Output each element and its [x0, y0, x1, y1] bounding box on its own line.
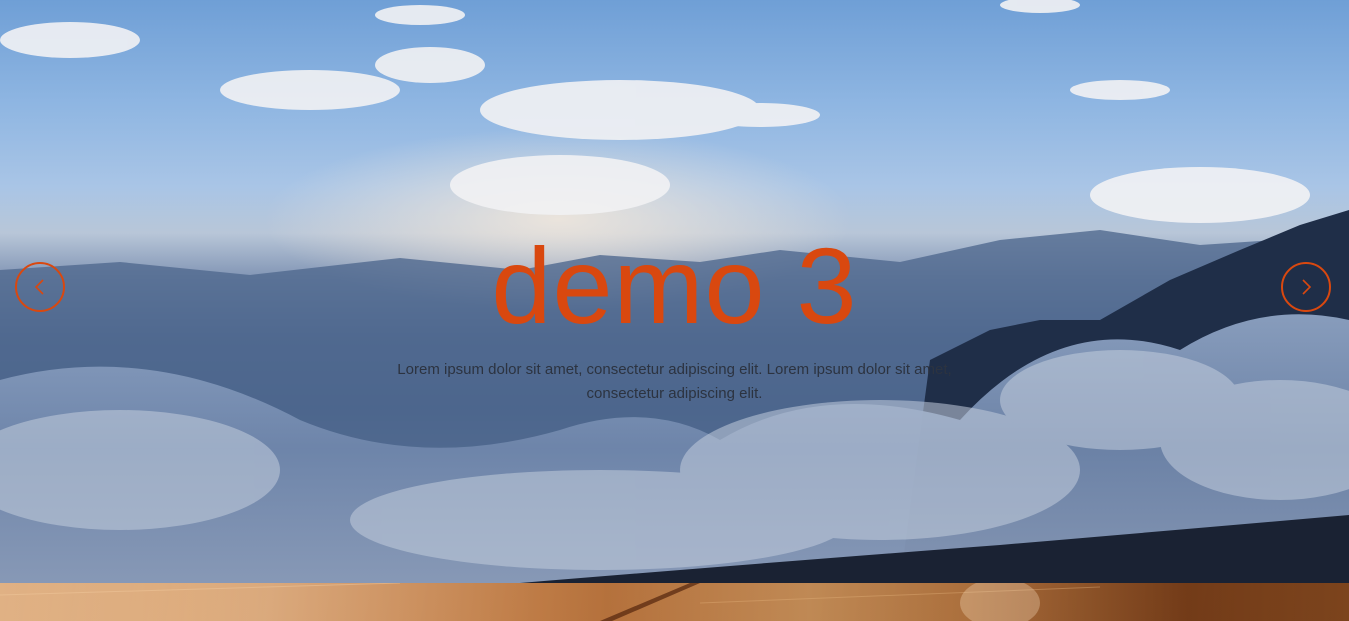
chevron-left-icon: [34, 279, 44, 295]
page: demo 3 Lorem ipsum dolor sit amet, conse…: [0, 0, 1349, 621]
wood-background-section: [0, 583, 1349, 621]
slide-title: demo 3: [491, 225, 858, 346]
previous-slide-button[interactable]: [15, 262, 65, 312]
slide-description: Lorem ipsum dolor sit amet, consectetur …: [397, 361, 952, 402]
slide-caption: demo 3 Lorem ipsum dolor sit amet, conse…: [0, 226, 1349, 406]
hero-slide: demo 3 Lorem ipsum dolor sit amet, conse…: [0, 0, 1349, 583]
next-slide-button[interactable]: [1281, 262, 1331, 312]
chevron-right-icon: [1302, 279, 1312, 295]
